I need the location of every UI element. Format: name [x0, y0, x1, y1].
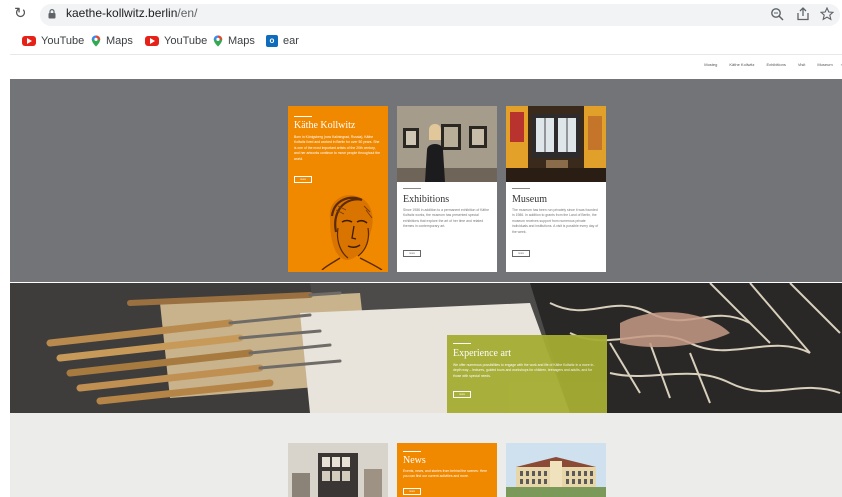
maps-pin-icon [91, 35, 101, 47]
website-page: Mosteg Käthe Kollwitz Exhibitions Visit … [10, 54, 842, 497]
news-band: News Events, news, and stories from behi… [10, 413, 842, 497]
browser-toolbar: ↻ kaethe-kollwitz.berlin/en/ [0, 0, 842, 30]
more-button[interactable]: more [512, 250, 530, 257]
tile-title: Exhibitions [403, 194, 450, 205]
nav-item-mosteg[interactable]: Mosteg [704, 62, 717, 72]
tile-news[interactable]: News Events, news, and stories from behi… [397, 443, 497, 497]
tile-accent-line [403, 188, 421, 189]
bookmark-outlook[interactable]: o ear [266, 33, 299, 49]
museum-interior-photo [506, 106, 606, 182]
tile-text: Since 1986 in addition to a permanent ex… [403, 208, 489, 229]
header-divider [10, 54, 842, 55]
more-button[interactable]: more [294, 176, 312, 183]
exhibitions-photo [397, 106, 497, 182]
tile-exhibitions[interactable]: Exhibitions Since 1986 in addition to a … [397, 106, 497, 272]
tile-text: The museum has been run privately since … [512, 208, 599, 234]
tile-accent-line [294, 116, 312, 117]
nav-item-museum[interactable]: Museum [817, 62, 832, 72]
site-nav: Mosteg Käthe Kollwitz Exhibitions Visit … [692, 62, 842, 72]
zoom-icon[interactable] [770, 7, 784, 21]
nav-item-kollwitz[interactable]: Käthe Kollwitz [729, 62, 754, 72]
tile-text: Born in Königsberg (now Kaliningrad, Rus… [294, 135, 380, 161]
more-button[interactable]: more [403, 250, 421, 257]
bookmark-label: ear [283, 35, 299, 47]
bookmark-youtube[interactable]: YouTube [22, 33, 84, 49]
bookmark-maps[interactable]: Maps [91, 33, 133, 49]
url-text[interactable]: kaethe-kollwitz.berlin/en/ [66, 6, 197, 20]
tile-title: News [403, 455, 426, 466]
hero-band: Käthe Kollwitz Born in Königsberg (now K… [10, 79, 842, 282]
tile-title: Käthe Kollwitz [294, 120, 356, 131]
share-icon[interactable] [796, 7, 810, 21]
tile-text: Events, news, and stories from behind th… [403, 469, 488, 479]
more-button[interactable]: more [453, 391, 471, 398]
youtube-icon [22, 36, 36, 46]
nav-item-exhibitions[interactable]: Exhibitions [766, 62, 785, 72]
bookmark-label: YouTube [41, 35, 85, 47]
more-button[interactable]: more [403, 488, 421, 495]
bookmark-youtube-2[interactable]: YouTube [145, 33, 207, 49]
tile-accent-line [403, 451, 421, 452]
tile-kaethe-kollwitz[interactable]: Käthe Kollwitz Born in Königsberg (now K… [288, 106, 388, 272]
tile-museum[interactable]: Museum The museum has been run privately… [506, 106, 606, 272]
experience-art-photo [10, 283, 842, 413]
url-path: /en/ [177, 6, 198, 20]
youtube-icon [145, 36, 159, 46]
bookmark-label: Maps [106, 35, 133, 47]
tile-accent-line [512, 188, 530, 189]
reload-icon[interactable]: ↻ [14, 6, 30, 22]
tile-title: Museum [512, 194, 547, 205]
bookmarks-bar: YouTube Maps YouTube Maps o ear [0, 30, 842, 52]
nav-item-visit[interactable]: Visit [798, 62, 805, 72]
star-icon[interactable] [820, 7, 834, 21]
kollwitz-self-portrait-image [321, 195, 383, 270]
bookmark-label: YouTube [164, 35, 208, 47]
woodcut-tools-image [10, 283, 842, 413]
url-domain: kaethe-kollwitz.berlin [66, 6, 178, 20]
outlook-icon: o [266, 35, 278, 47]
bookmark-maps-2[interactable]: Maps [213, 33, 255, 49]
lock-icon [48, 9, 56, 19]
palace-building-photo [506, 443, 606, 497]
tile-title: Experience art [453, 348, 512, 359]
bookmark-label: Maps [228, 35, 255, 47]
tile-accent-line [453, 343, 471, 344]
maps-pin-icon [213, 35, 223, 47]
tile-experience-art[interactable]: Experience art We offer numerous possibi… [447, 335, 607, 413]
tile-text: We offer numerous possibilities to engag… [453, 363, 595, 378]
prints-rack-photo [288, 443, 388, 497]
